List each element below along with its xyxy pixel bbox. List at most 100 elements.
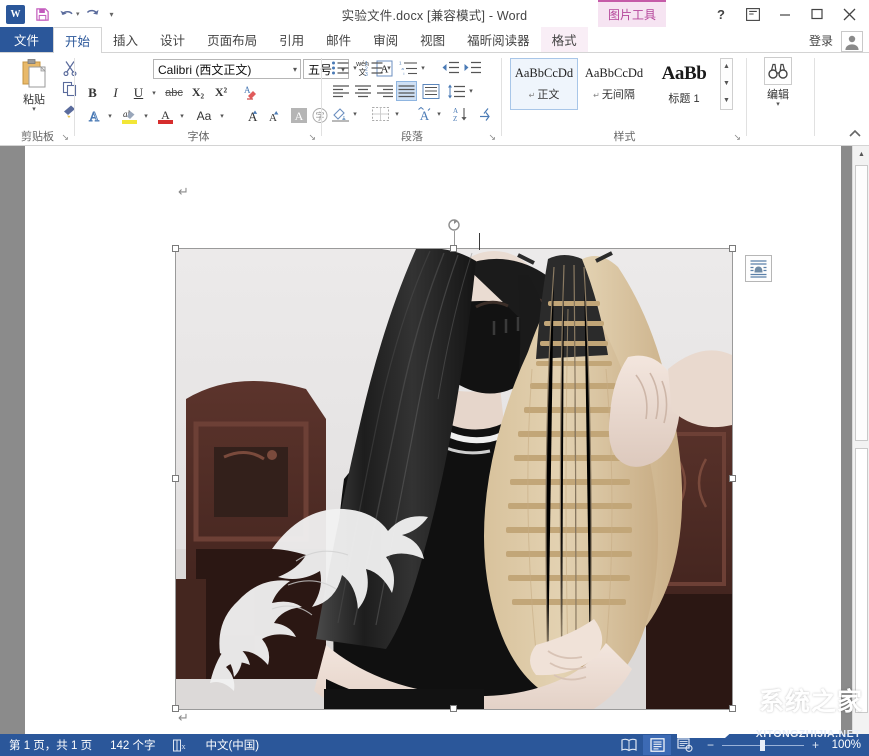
superscript-button[interactable]: X² — [211, 83, 231, 102]
decrease-indent-button[interactable] — [440, 58, 461, 78]
vertical-scrollbar[interactable]: ▲ — [852, 146, 869, 734]
highlight-dropdown-icon[interactable]: ▾ — [141, 106, 151, 125]
clear-formatting-icon[interactable]: A — [239, 83, 261, 102]
tab-home[interactable]: 开始 — [53, 27, 102, 53]
resize-handle-bottom-right[interactable] — [729, 705, 736, 712]
styles-dialog-launcher[interactable]: ↘ — [733, 132, 741, 143]
sort-button[interactable]: AZ — [450, 104, 471, 124]
language-indicator[interactable]: 中文(中国) — [196, 734, 268, 756]
zoom-level[interactable]: 100% — [827, 739, 861, 751]
align-left-button[interactable] — [330, 81, 351, 101]
resize-handle-middle-left[interactable] — [172, 475, 179, 482]
styles-scroll-down-icon[interactable]: ▼ — [723, 76, 730, 92]
spell-check-icon[interactable]: x — [164, 734, 196, 756]
subscript-button[interactable]: X₂ — [188, 83, 208, 102]
shrink-font-icon[interactable]: A — [262, 106, 282, 125]
strikethrough-button[interactable]: abc — [163, 83, 185, 102]
justify-button[interactable] — [396, 81, 417, 101]
shading-dropdown-icon[interactable]: ▾ — [350, 104, 360, 124]
change-case-button[interactable]: Aa — [191, 106, 217, 125]
line-spacing-button[interactable] — [446, 81, 467, 101]
font-color-dropdown-icon[interactable]: ▾ — [177, 106, 187, 125]
tab-format[interactable]: 格式 — [541, 27, 588, 52]
paste-dropdown-icon[interactable]: ▾ — [32, 107, 36, 113]
style-item-normal[interactable]: AaBbCcDd ↵正文 — [510, 58, 578, 110]
selected-picture-container[interactable] — [176, 249, 732, 709]
maximize-icon[interactable] — [801, 1, 833, 27]
numbering-button[interactable]: 123 — [364, 58, 385, 78]
multilevel-list-button[interactable]: 1ai — [398, 58, 419, 78]
document-page[interactable]: ↵ ↵ — [25, 146, 841, 734]
asian-layout-dropdown-icon[interactable]: ▾ — [434, 104, 444, 124]
tab-foxit-reader[interactable]: 福昕阅读器 — [456, 27, 541, 52]
change-case-dropdown-icon[interactable]: ▾ — [217, 106, 227, 125]
rotate-handle[interactable] — [447, 218, 461, 232]
minimize-icon[interactable] — [769, 1, 801, 27]
highlight-color-icon[interactable]: ab — [119, 106, 140, 125]
tab-review[interactable]: 审阅 — [362, 27, 409, 52]
resize-handle-top-center[interactable] — [450, 245, 457, 252]
editing-dropdown-icon[interactable]: ▾ — [776, 102, 780, 108]
tab-references[interactable]: 引用 — [268, 27, 315, 52]
web-layout-view-button[interactable] — [671, 735, 699, 755]
styles-scroll-up-icon[interactable]: ▲ — [723, 59, 730, 75]
grow-font-icon[interactable]: A — [241, 106, 261, 125]
font-dialog-launcher[interactable]: ↘ — [308, 132, 316, 143]
resize-handle-middle-right[interactable] — [729, 475, 736, 482]
styles-more-icon[interactable]: ▼ — [723, 93, 730, 109]
underline-button[interactable]: U — [129, 83, 148, 102]
word-count[interactable]: 142 个字 — [101, 734, 164, 756]
layout-options-button[interactable] — [745, 255, 772, 282]
character-shading-icon[interactable]: A — [289, 106, 309, 125]
close-icon[interactable] — [833, 1, 865, 27]
bold-button[interactable]: B — [83, 83, 102, 102]
vertical-scrollbar-thumb[interactable] — [855, 165, 868, 441]
ribbon-display-options-icon[interactable] — [737, 1, 769, 27]
tab-file[interactable]: 文件 — [0, 27, 53, 52]
editing-button[interactable]: 编辑 ▾ — [759, 57, 797, 108]
paste-button[interactable]: 粘贴 ▾ — [12, 58, 56, 113]
bullets-button[interactable] — [330, 58, 351, 78]
resize-handle-bottom-center[interactable] — [450, 705, 457, 712]
numbering-dropdown-icon[interactable]: ▾ — [384, 58, 394, 78]
paragraph-dialog-launcher[interactable]: ↘ — [488, 132, 496, 143]
zoom-out-button[interactable]: − — [705, 738, 716, 752]
zoom-slider[interactable] — [722, 745, 804, 746]
page-indicator[interactable]: 第 1 页，共 1 页 — [0, 734, 101, 756]
increase-indent-button[interactable] — [462, 58, 483, 78]
asian-layout-button[interactable]: A — [414, 104, 435, 124]
styles-gallery-scroll[interactable]: ▲ ▼ ▼ — [720, 58, 733, 110]
style-item-heading-1[interactable]: AaBb 标题 1 — [650, 58, 718, 110]
line-spacing-dropdown-icon[interactable]: ▾ — [466, 81, 476, 101]
tab-mailings[interactable]: 邮件 — [315, 27, 362, 52]
text-effects-icon[interactable]: A — [83, 106, 104, 125]
tab-insert[interactable]: 插入 — [102, 27, 149, 52]
zoom-slider-thumb[interactable] — [760, 740, 765, 751]
read-mode-view-button[interactable] — [615, 735, 643, 755]
sign-in-link[interactable]: 登录 — [809, 32, 833, 49]
resize-handle-top-left[interactable] — [172, 245, 179, 252]
resize-handle-bottom-left[interactable] — [172, 705, 179, 712]
account-avatar-icon[interactable] — [841, 31, 863, 52]
font-name-combobox[interactable]: Calibri (西文正文) ▾ — [153, 59, 301, 79]
italic-button[interactable]: I — [106, 83, 125, 102]
shading-button[interactable] — [330, 104, 351, 124]
bullets-dropdown-icon[interactable]: ▾ — [350, 58, 360, 78]
print-layout-view-button[interactable] — [643, 735, 671, 755]
show-formatting-marks-button[interactable] — [474, 104, 495, 124]
distribute-button[interactable] — [420, 81, 441, 101]
borders-button[interactable] — [370, 104, 391, 124]
scroll-up-arrow-icon[interactable]: ▲ — [853, 146, 869, 163]
style-item-no-spacing[interactable]: AaBbCcDd ↵无间隔 — [580, 58, 648, 110]
align-center-button[interactable] — [352, 81, 373, 101]
borders-dropdown-icon[interactable]: ▾ — [392, 104, 402, 124]
clipboard-dialog-launcher[interactable]: ↘ — [61, 132, 69, 143]
font-color-icon[interactable]: A — [155, 106, 176, 125]
align-right-button[interactable] — [374, 81, 395, 101]
document-canvas[interactable]: ↵ ↵ — [0, 146, 869, 734]
vertical-scrollbar-track-lower[interactable] — [855, 448, 868, 713]
zoom-in-button[interactable]: + — [810, 738, 821, 752]
pipa-player-photograph[interactable] — [176, 249, 732, 709]
collapse-ribbon-icon[interactable] — [849, 129, 861, 141]
multilevel-list-dropdown-icon[interactable]: ▾ — [418, 58, 428, 78]
